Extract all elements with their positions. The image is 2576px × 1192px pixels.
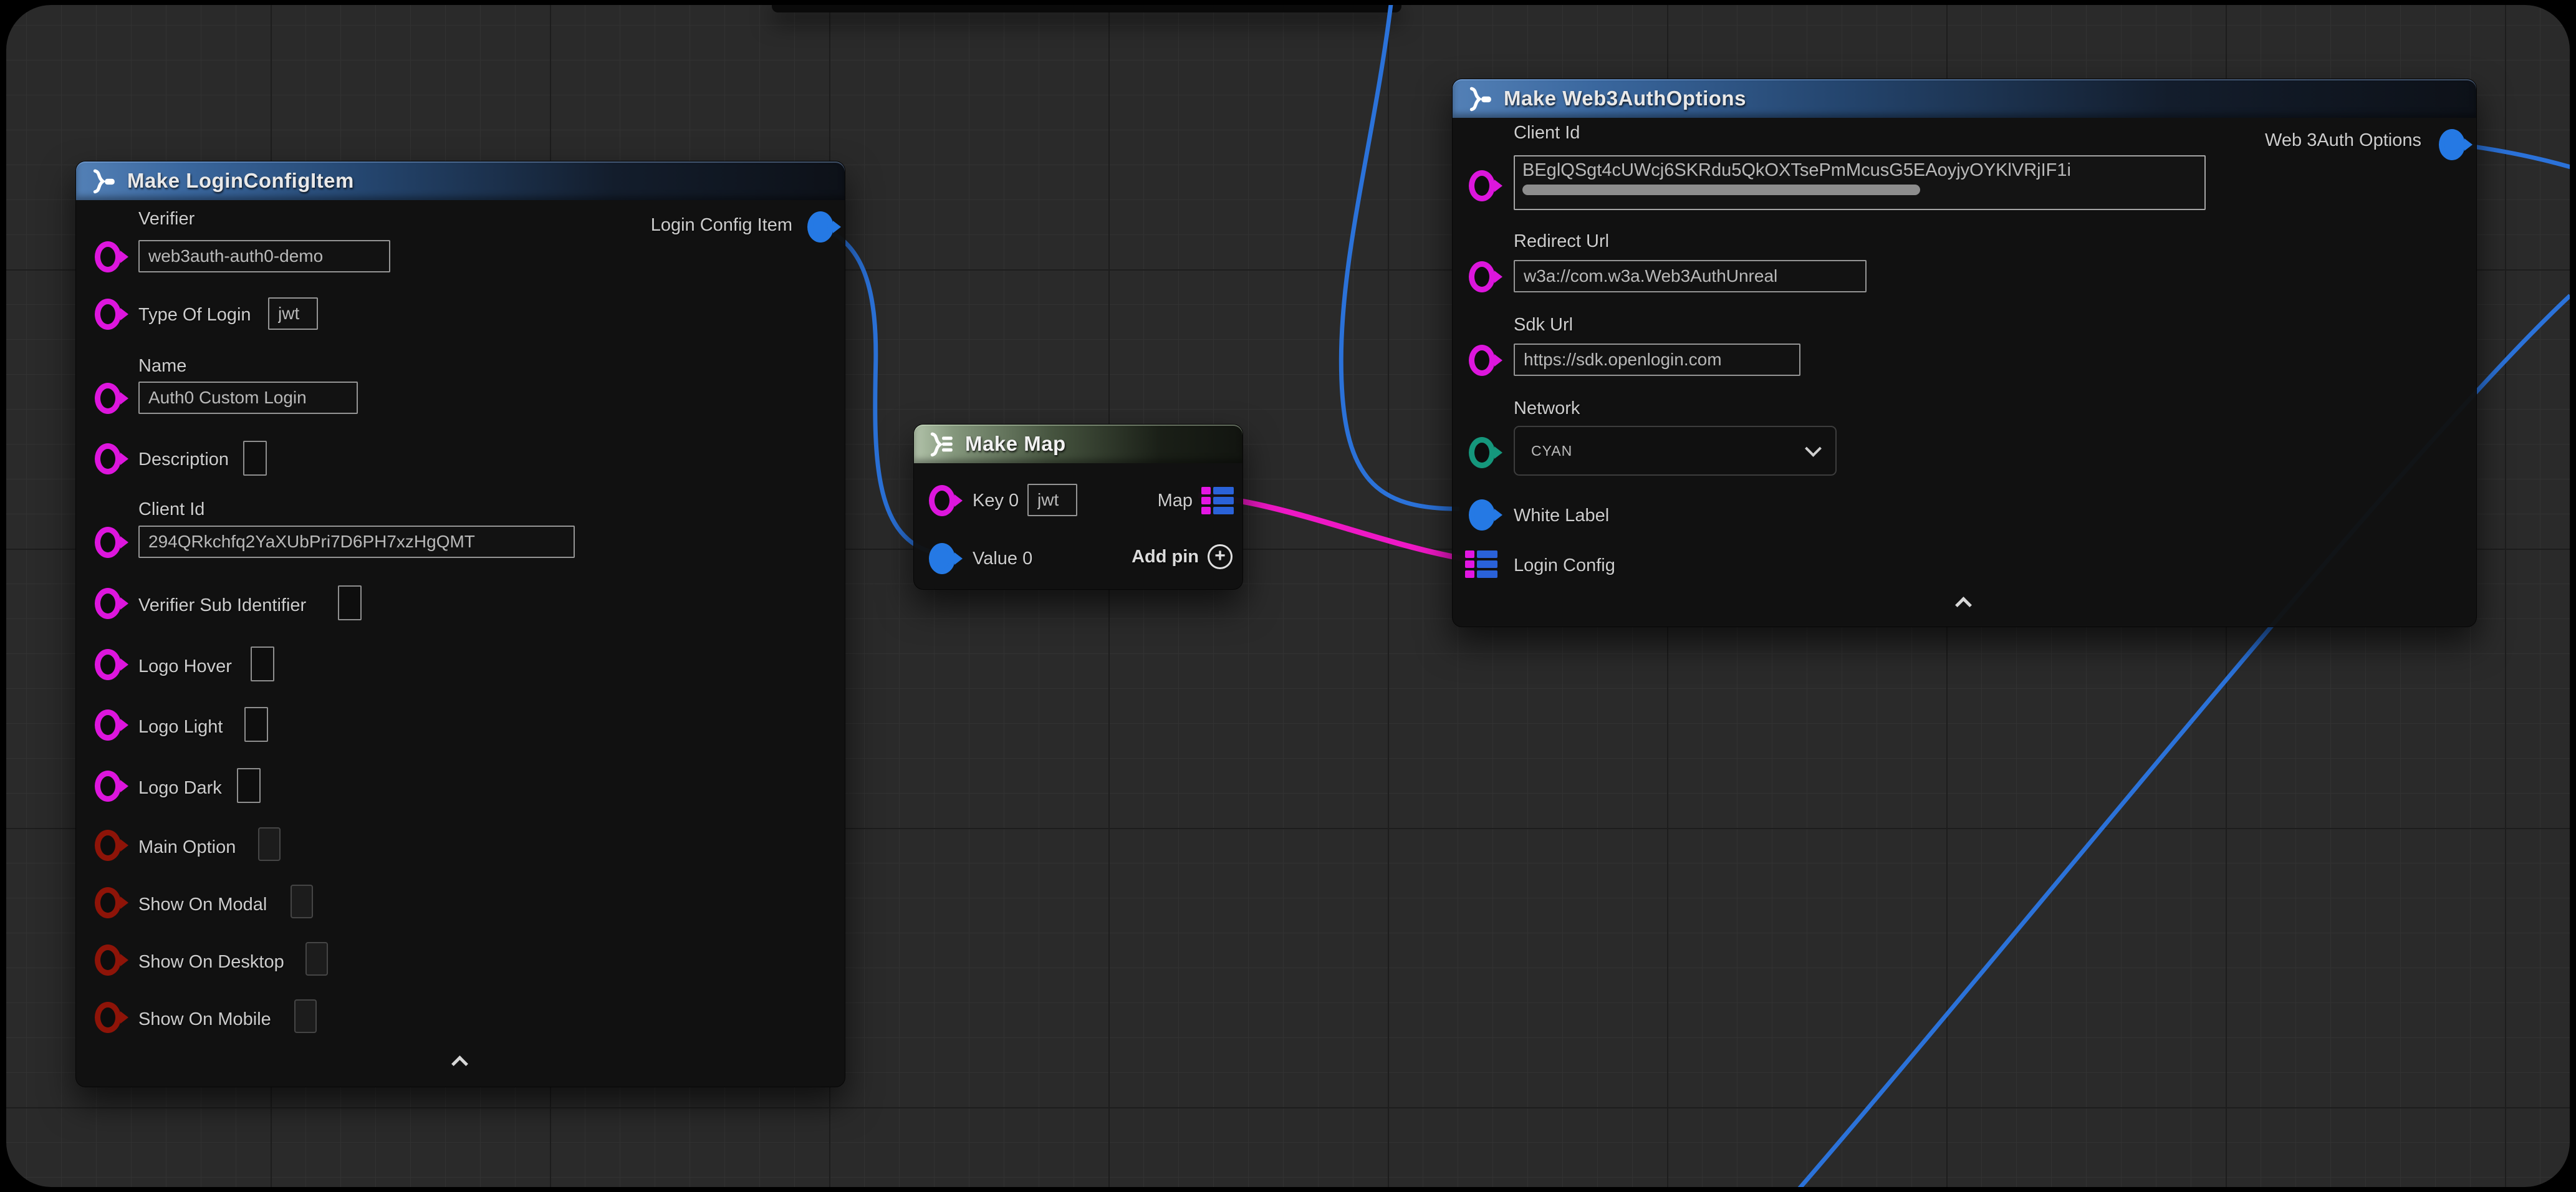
show-on-modal-checkbox[interactable]: [291, 885, 313, 918]
pin-label: Type Of Login: [138, 305, 251, 325]
pin-description[interactable]: [95, 443, 121, 474]
node-header[interactable]: Make Map: [914, 425, 1242, 463]
field-scrollbar[interactable]: [1522, 185, 1920, 195]
pin-label: Verifier Sub Identifier: [138, 595, 306, 616]
node-make-map[interactable]: Make Map Key 0 Map Value 0 Add pin +: [913, 424, 1243, 590]
make-struct-icon: [89, 168, 117, 193]
pin-label: Sdk Url: [1514, 315, 1573, 335]
pin-key-0[interactable]: [929, 485, 955, 516]
node-make-loginconfigitem[interactable]: Make LoginConfigItem Login Config Item V…: [75, 161, 845, 1087]
node-make-web3authoptions[interactable]: Make Web3AuthOptions Web 3Auth Options C…: [1452, 79, 2477, 627]
pin-label: Value 0: [973, 549, 1032, 569]
pin-web3auth-options-output[interactable]: [2439, 129, 2465, 160]
logo-hover-input[interactable]: [251, 646, 274, 681]
key-0-input[interactable]: [1027, 484, 1077, 516]
chevron-down-icon: [1805, 440, 1822, 457]
verifier-input[interactable]: [138, 240, 390, 272]
pin-label: Name: [138, 356, 186, 377]
pin-label: Client Id: [138, 499, 204, 520]
logo-dark-input[interactable]: [237, 768, 261, 803]
node-header[interactable]: Make LoginConfigItem: [76, 161, 845, 200]
pin-label: White Label: [1514, 506, 1609, 526]
pin-show-on-modal[interactable]: [95, 887, 121, 918]
pin-label: Login Config Item: [651, 215, 792, 236]
pin-main-option[interactable]: [95, 830, 121, 861]
pin-logo-dark[interactable]: [95, 771, 121, 802]
pin-map-output[interactable]: [1201, 487, 1234, 514]
pin-value-0[interactable]: [929, 543, 955, 574]
pin-label: Key 0: [973, 491, 1019, 511]
pin-show-on-desktop[interactable]: [95, 944, 121, 976]
pin-redirect-url[interactable]: [1469, 261, 1495, 292]
wire-top-to-whitelabel[interactable]: [1341, 5, 1459, 509]
redirect-url-input[interactable]: [1514, 260, 1867, 292]
pin-verifier-sub-identifier[interactable]: [95, 588, 121, 619]
pin-label: Verifier: [138, 209, 195, 229]
pin-label: Web 3Auth Options: [2265, 130, 2421, 151]
pin-logo-hover[interactable]: [95, 649, 121, 680]
node-title: Make Map: [965, 432, 1066, 456]
pin-label: Client Id: [1514, 123, 1580, 143]
client-id-input[interactable]: [138, 526, 575, 558]
node-title: Make Web3AuthOptions: [1504, 87, 1746, 110]
description-input[interactable]: [243, 441, 267, 476]
pin-label: Logo Light: [138, 717, 223, 738]
pin-label: Redirect Url: [1514, 231, 1609, 252]
pin-login-config[interactable]: [1465, 550, 1497, 578]
network-dropdown[interactable]: CYAN: [1514, 426, 1837, 476]
pin-label: Show On Desktop: [138, 952, 284, 973]
name-input[interactable]: [138, 382, 358, 414]
pin-label: Map: [1158, 491, 1193, 511]
pin-label: Description: [138, 449, 229, 470]
pin-label: Network: [1514, 398, 1580, 419]
pin-label: Show On Modal: [138, 895, 267, 915]
pin-client-id[interactable]: [1469, 170, 1495, 201]
make-map-icon: [926, 431, 955, 456]
pin-label: Logo Hover: [138, 656, 232, 677]
pin-type-of-login[interactable]: [95, 299, 121, 330]
pin-label: Show On Mobile: [138, 1009, 271, 1030]
pin-white-label[interactable]: [1469, 499, 1495, 531]
pin-login-config-item-output[interactable]: [807, 211, 834, 243]
pin-sdk-url[interactable]: [1469, 345, 1495, 376]
verifier-sub-identifier-input[interactable]: [338, 585, 362, 620]
pin-verifier[interactable]: [95, 241, 121, 272]
pin-name[interactable]: [95, 383, 121, 414]
pin-show-on-mobile[interactable]: [95, 1002, 121, 1033]
client-id-input[interactable]: BEglQSgt4cUWcj6SKRdu5QkOXTsePmMcusG5EAoy…: [1514, 155, 2206, 210]
node-title: Make LoginConfigItem: [127, 169, 354, 193]
show-on-mobile-checkbox[interactable]: [294, 999, 317, 1033]
logo-light-input[interactable]: [244, 707, 268, 742]
add-pin-plus-icon: +: [1208, 544, 1233, 569]
pin-label: Logo Dark: [138, 778, 222, 799]
make-struct-icon: [1465, 86, 1494, 111]
pin-label: Login Config: [1514, 555, 1615, 576]
pin-logo-light[interactable]: [95, 709, 121, 741]
node-header[interactable]: Make Web3AuthOptions: [1453, 79, 2476, 118]
pin-client-id[interactable]: [95, 527, 121, 558]
collapse-node-chevron[interactable]: [454, 1054, 468, 1068]
blueprint-graph-canvas[interactable]: Make LoginConfigItem Login Config Item V…: [6, 5, 2570, 1187]
show-on-desktop-checkbox[interactable]: [305, 942, 328, 976]
main-option-checkbox[interactable]: [258, 827, 281, 861]
collapse-node-chevron[interactable]: [1958, 595, 1971, 609]
type-of-login-input[interactable]: [268, 297, 318, 330]
add-pin-button[interactable]: Add pin +: [1132, 544, 1233, 569]
sdk-url-input[interactable]: [1514, 344, 1800, 376]
pin-label: Main Option: [138, 837, 236, 858]
pin-network[interactable]: [1469, 437, 1495, 468]
